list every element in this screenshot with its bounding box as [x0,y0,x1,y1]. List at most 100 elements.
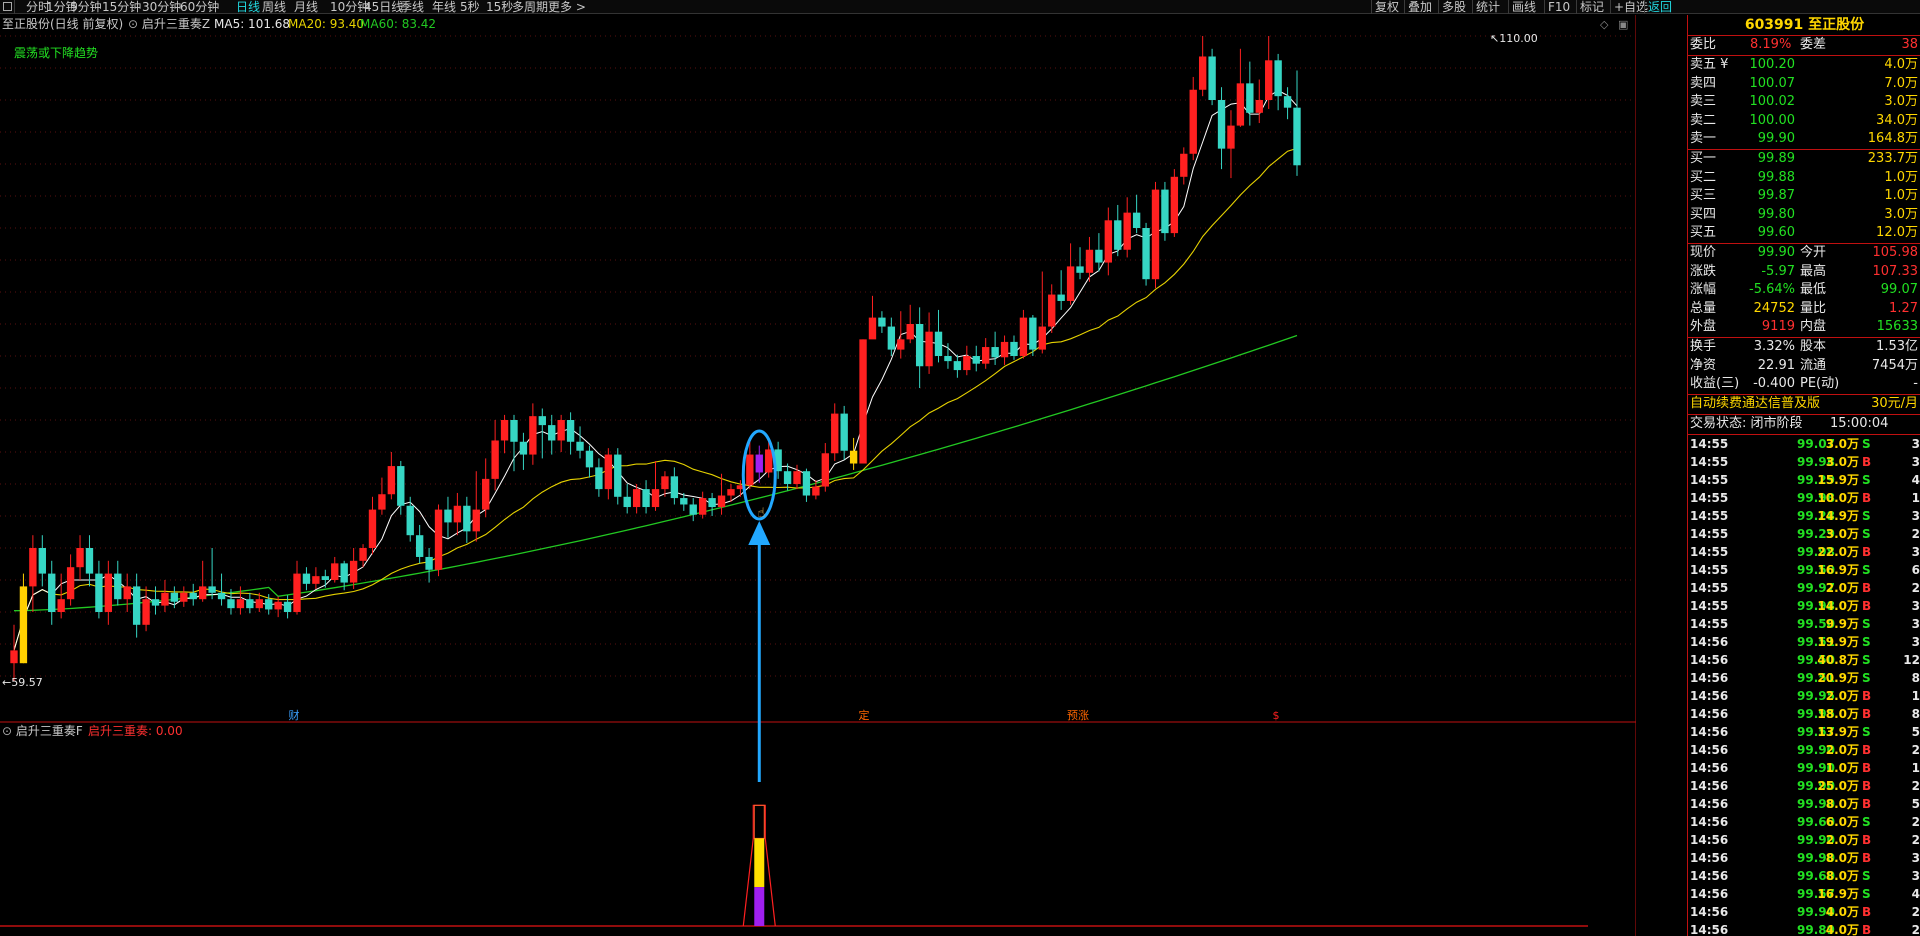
candle-body [406,505,414,536]
tick-side: S [1862,527,1871,541]
tool-button[interactable]: 标记 [1580,0,1604,14]
period-tab[interactable]: 年线 [432,0,456,14]
tick-side: B [1862,797,1872,811]
tick-volume: 2.0万 [1825,689,1859,703]
kline-chart[interactable]: 110.0107.5105.0102.5100.097.5095.0092.50… [0,15,1636,936]
quote-label: 现价 [1690,245,1717,260]
window-icon[interactable]: ▣ [1618,18,1628,31]
period-tab[interactable]: 更多 > [548,0,586,14]
ask-label: 卖三 [1690,94,1717,109]
candle-body [793,471,801,484]
period-tab[interactable]: 月线 [294,0,318,14]
tick-volume: 10.0万 [1817,491,1859,505]
period-tab[interactable]: 30分钟 [142,0,181,14]
tick-volume: 2.0万 [1825,581,1859,595]
tool-button[interactable]: 返回 [1648,0,1672,14]
tool-button[interactable]: 复权 [1375,0,1399,14]
tick-volume: 1.0万 [1825,761,1859,775]
candle-body [236,599,245,609]
tick-count: 6 [1911,563,1920,577]
tool-button[interactable]: 叠加 [1408,0,1432,14]
ask-row[interactable]: 卖一 99.90 164.8万 [1688,130,1920,149]
chart-canvas[interactable]: 110.0107.5105.0102.5100.097.5095.0092.50… [0,15,1636,936]
tick-volume: 4.0万 [1825,923,1859,936]
tick-count: 3 [1911,617,1920,631]
high-price-label: ↖110.00 [1490,32,1538,45]
candle-body [378,494,386,510]
tool-button[interactable]: +自选 [1614,0,1648,14]
candle-body [887,326,896,350]
bid-row[interactable]: 买四 99.80 3.0万 [1688,206,1920,225]
menu-icon[interactable] [3,2,12,11]
tool-button[interactable]: 画线 [1512,0,1536,14]
trade-status-row: 交易状态: 闭市阶段 15:00:04 [1688,415,1920,434]
period-tab[interactable]: 多周期 [512,0,548,14]
candle-body [689,504,697,515]
candle-body [340,563,348,583]
candle-body [802,471,811,496]
ask-row[interactable]: 卖三 100.02 3.0万 [1688,93,1920,112]
diamond-icon[interactable]: ◇ [1600,18,1608,31]
tick-time: 14:56 [1690,653,1729,667]
candle-body [57,599,65,612]
bid-row[interactable]: 买一 99.89 233.7万 [1688,150,1920,169]
period-tab[interactable]: 15分钟 [102,0,141,14]
bid-volume: 1.0万 [1884,169,1918,185]
low-price-label: ←59.57 [2,676,43,689]
tool-button[interactable]: 多股 [1442,0,1466,14]
signal-arrow-head [748,521,771,545]
weicha-value: 38 [1901,37,1918,52]
bid-row[interactable]: 买三 99.87 1.0万 [1688,187,1920,206]
candle-body [180,592,188,602]
candle-body [246,599,254,609]
period-tab[interactable]: 15秒 [486,0,513,14]
period-tab[interactable]: 日线 [236,0,260,14]
candle-body [859,339,867,464]
event-marker: 定 [859,708,870,722]
candle-body [265,599,273,610]
trade-tick-row: 14:56 99.57 16.9万 S 4 [1688,885,1920,903]
tick-time: 14:55 [1690,491,1729,505]
fund-value: 22.91 [1757,357,1795,373]
candle-body [472,509,480,532]
tick-side: S [1862,437,1871,451]
bid-volume: 12.0万 [1876,225,1918,240]
candle-body [1132,212,1141,228]
period-tab[interactable]: 季线 [400,0,424,14]
bid-row[interactable]: 买五 99.60 12.0万 [1688,224,1920,243]
candle-body [132,586,141,625]
promo-row[interactable]: 自动续费通达信普及版 30元/月 [1688,395,1920,414]
tick-side: S [1862,725,1871,739]
candle-body [1227,125,1235,149]
candle-body [915,324,924,367]
bid-row[interactable]: 买二 99.88 1.0万 [1688,169,1920,188]
quote-label: 外盘 [1690,319,1717,334]
period-tab[interactable]: 60分钟 [180,0,219,14]
quote-row: 现价 99.90 今开 105.98 [1688,244,1920,263]
chart-indicator-name[interactable]: ⊙ 启升三重奏Z [128,17,210,31]
tool-button[interactable]: 统计 [1476,0,1500,14]
candle-body [293,573,301,612]
candle-body [963,356,971,371]
ask-row[interactable]: 卖四 100.07 7.0万 [1688,75,1920,94]
sub-signal-yellow [754,838,765,888]
candle-body [161,592,169,606]
tick-time: 14:55 [1690,473,1729,487]
candle-body [359,548,367,561]
tick-count: 12 [1903,653,1920,667]
sub-indicator-title[interactable]: ⊙ 启升三重奏F [2,724,83,738]
ask-row[interactable]: 卖五 ¥ 100.20 4.0万 [1688,56,1920,75]
candle-body [982,347,990,364]
period-tab[interactable]: 5分钟 [70,0,102,14]
candle-body [415,535,424,557]
period-tab[interactable]: 5秒 [460,0,480,14]
candle-body [1010,341,1018,356]
tool-button[interactable]: F10 [1548,0,1570,14]
tick-time: 14:55 [1690,563,1729,577]
tick-count: 3 [1911,635,1920,649]
period-tab[interactable]: 周线 [262,0,286,14]
candle-body [1274,60,1282,97]
cursor-hand-icon: ☝ [757,506,765,521]
ask-row[interactable]: 卖二 100.00 34.0万 [1688,112,1920,131]
period-tab[interactable]: 45日线 [364,0,403,14]
